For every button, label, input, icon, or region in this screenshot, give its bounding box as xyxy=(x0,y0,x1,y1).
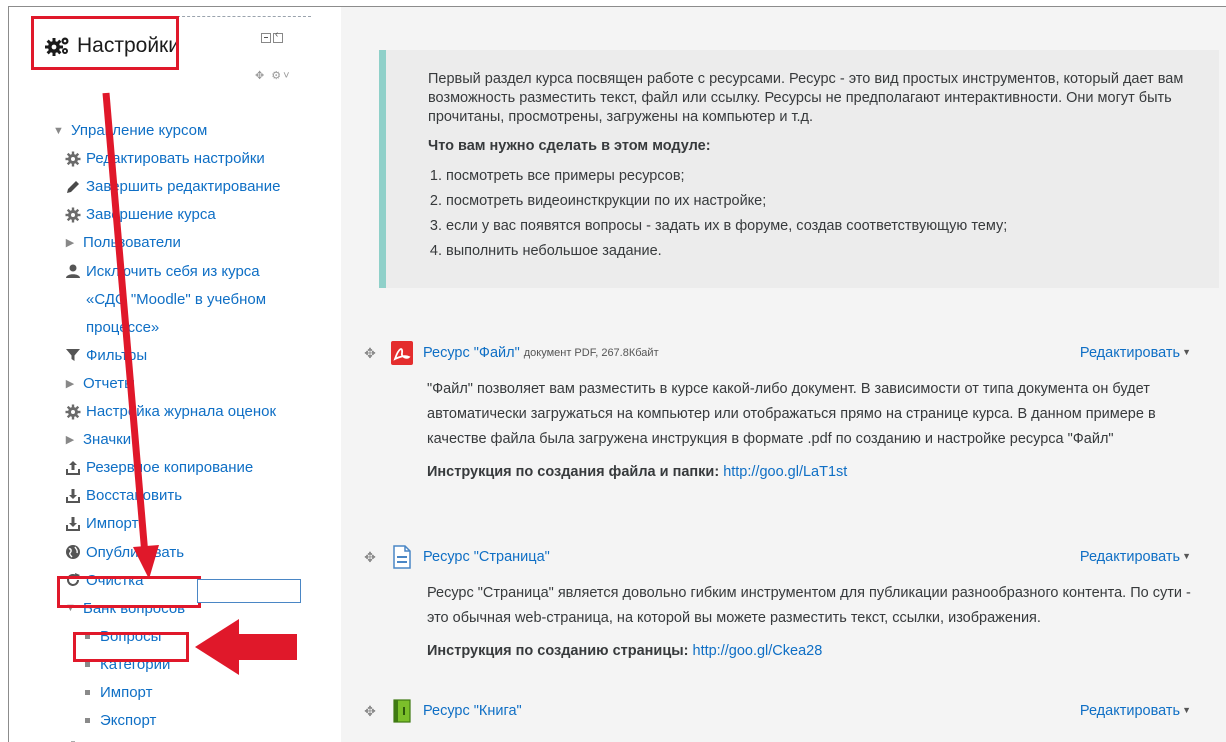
activity-page: ✥ Ресурс "Страница" Редактировать ▼ Ресур… xyxy=(361,545,1221,664)
edit-menu-button[interactable]: Редактировать ▼ xyxy=(1080,549,1191,565)
instruction-label: Инструкция по создания файла и папки: xyxy=(427,464,720,480)
summary-intro: Первый раздел курса посвящен работе с ре… xyxy=(428,71,1184,125)
activity-book: ✥ Ресурс "Книга" Редактировать ▼ xyxy=(361,699,1221,723)
page-frame: Настройки ✥ ⚙˅ ▼Управление курсомРедакти… xyxy=(8,6,1226,742)
instruction-link[interactable]: http://goo.gl/Ckea28 xyxy=(693,643,823,659)
edit-menu-button[interactable]: Редактировать ▼ xyxy=(1080,345,1191,361)
book-icon xyxy=(391,699,413,723)
section-summary: Первый раздел курса посвящен работе с ре… xyxy=(379,50,1219,288)
task-item: посмотреть видеоинсткрукции по их настро… xyxy=(446,191,1199,211)
move-icon[interactable]: ✥ xyxy=(361,703,379,720)
instruction-link[interactable]: http://goo.gl/LaT1st xyxy=(723,464,847,480)
annotation-arrows xyxy=(102,92,297,675)
instruction-label: Инструкция по созданию страницы: xyxy=(427,643,689,659)
focus-outline xyxy=(197,579,301,603)
arrow-left-body xyxy=(237,634,297,660)
edit-label: Редактировать xyxy=(1079,703,1181,719)
activity-file: ✥ Ресурс "Файл" документ PDF, 267.8Кбайт… xyxy=(361,341,1221,485)
move-icon[interactable]: ✥ xyxy=(361,345,379,362)
caret-down-icon: ▼ xyxy=(1182,551,1191,561)
activity-link[interactable]: Ресурс "Книга" xyxy=(423,703,522,719)
caret-down-icon: ▼ xyxy=(1182,347,1191,357)
summary-task-heading: Что вам нужно сделать в этом модуле: xyxy=(428,138,711,154)
arrow-down-head xyxy=(133,545,159,579)
task-item: посмотреть все примеры ресурсов; xyxy=(446,166,1199,186)
caret-down-icon: ▼ xyxy=(1182,705,1191,715)
course-content: Первый раздел курса посвящен работе с ре… xyxy=(341,7,1226,742)
move-icon[interactable]: ✥ xyxy=(361,549,379,566)
edit-menu-button[interactable]: Редактировать ▼ xyxy=(1080,703,1191,719)
activity-description: "Файл" позволяет вам разместить в курсе … xyxy=(427,381,1156,447)
pdf-icon xyxy=(391,341,413,365)
activity-link[interactable]: Ресурс "Страница" xyxy=(423,549,550,565)
activity-meta: документ PDF, 267.8Кбайт xyxy=(523,347,659,359)
activity-description: Ресурс "Страница" является довольно гибк… xyxy=(427,585,1191,626)
page-icon xyxy=(391,545,413,569)
task-list: посмотреть все примеры ресурсов; посмотр… xyxy=(428,166,1199,261)
edit-label: Редактировать xyxy=(1079,345,1181,361)
activity-link[interactable]: Ресурс "Файл" xyxy=(423,345,520,361)
task-item: выполнить небольшое задание. xyxy=(446,241,1199,261)
edit-label: Редактировать xyxy=(1079,549,1181,565)
task-item: если у вас появятся вопросы - задать их … xyxy=(446,216,1199,236)
arrow-left-head xyxy=(195,619,239,675)
